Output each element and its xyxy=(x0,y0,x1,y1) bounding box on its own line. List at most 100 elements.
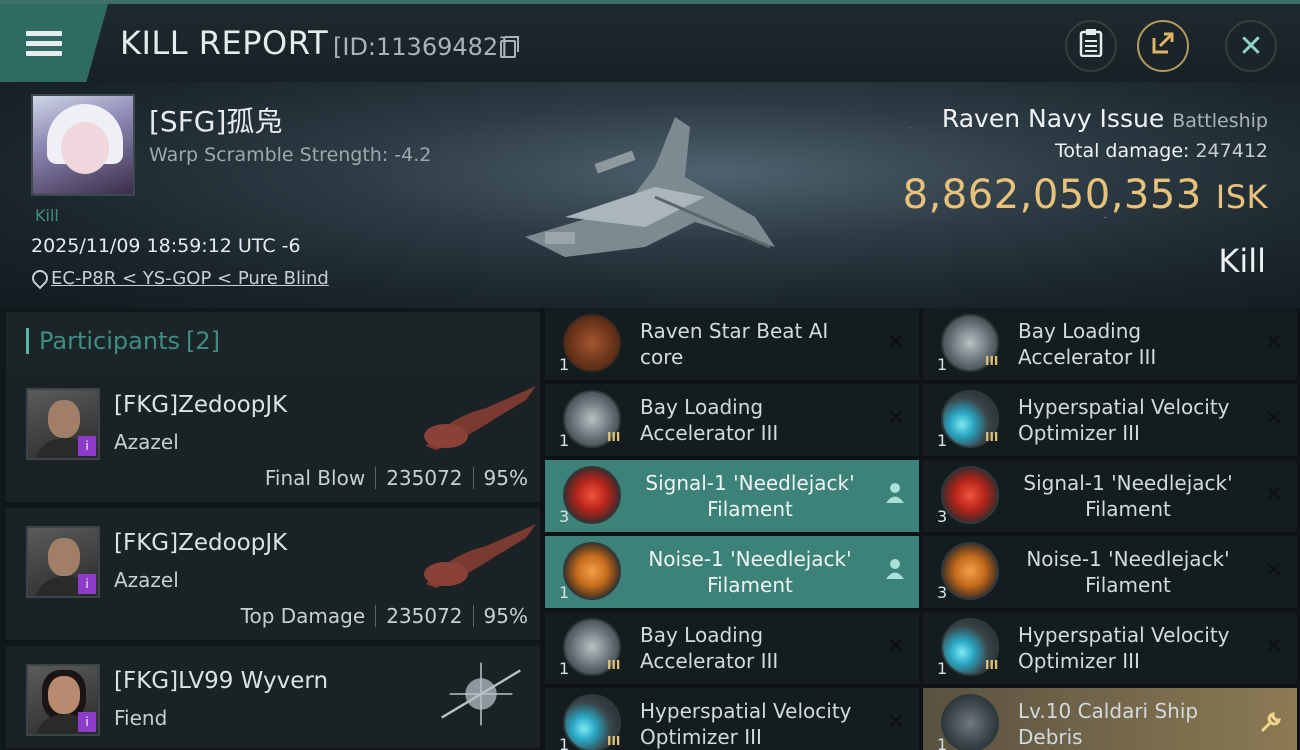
item-quantity: 3 xyxy=(937,583,948,602)
noise-icon xyxy=(563,542,621,600)
participant-role: Final Blow xyxy=(264,466,366,490)
item-quantity: 1 xyxy=(937,355,948,374)
item-name: Bay Loading Accelerator III xyxy=(1018,319,1157,369)
debris-icon xyxy=(941,694,999,750)
item-card[interactable]: 1 Noise-1 'Needlejack' Filament xyxy=(545,536,919,610)
victim-ship-name: Raven Navy Issue Battleship xyxy=(941,104,1268,133)
participant-name: [FKG]ZedoopJK xyxy=(114,392,288,418)
item-name: Noise-1 'Needlejack' Filament xyxy=(1026,547,1230,597)
participant-ship: Azazel xyxy=(114,568,179,592)
item-card[interactable]: III 1 Hyperspatial Velocity Optimizer II… xyxy=(923,612,1297,686)
item-card[interactable]: III 1 Bay Loading Accelerator III ✕ xyxy=(545,384,919,458)
badge-icon: i xyxy=(78,574,96,594)
participant-row[interactable]: i [FKG]LV99 Wyvern Fiend xyxy=(6,646,540,750)
close-icon[interactable]: ✕ xyxy=(1265,330,1283,355)
report-id: [ID:11369482] xyxy=(333,33,508,61)
victim-panel: [SFG]孤凫 Warp Scramble Strength: -4.2 Kil… xyxy=(0,82,1300,308)
item-card[interactable]: 3 Noise-1 'Needlejack' Filament ✕ xyxy=(923,536,1297,610)
page-title: KILL REPORT xyxy=(120,24,329,62)
warp-scramble-strength: Warp Scramble Strength: -4.2 xyxy=(149,144,432,166)
copy-icon[interactable] xyxy=(500,36,519,58)
clipboard-button[interactable] xyxy=(1065,20,1117,72)
location-link[interactable]: EC-P8R < YS-GOP < Pure Blind xyxy=(31,268,329,289)
item-name: Signal-1 'Needlejack' Filament xyxy=(645,471,855,521)
tier-badge: III xyxy=(607,430,621,444)
share-button[interactable] xyxy=(1137,20,1189,72)
participant-percent: 95% xyxy=(483,466,528,490)
item-card[interactable]: III 1 Hyperspatial Velocity Optimizer II… xyxy=(545,688,919,750)
item-quantity: 1 xyxy=(559,659,570,678)
participant-role: Top Damage xyxy=(240,604,366,628)
close-icon[interactable]: ✕ xyxy=(1265,406,1283,431)
noise-icon xyxy=(941,542,999,600)
item-quantity: 1 xyxy=(937,735,948,750)
victim-avatar[interactable] xyxy=(31,94,135,196)
close-icon: ✕ xyxy=(1238,28,1264,64)
clipboard-icon xyxy=(1079,28,1103,64)
item-name: Signal-1 'Needlejack' Filament xyxy=(1023,471,1233,521)
participant-avatar[interactable]: i xyxy=(26,388,100,460)
close-icon[interactable]: ✕ xyxy=(887,330,905,355)
ship-image xyxy=(441,662,521,726)
item-quantity: 1 xyxy=(559,355,570,374)
item-quantity: 1 xyxy=(937,659,948,678)
close-icon[interactable]: ✕ xyxy=(1265,634,1283,659)
participants-count: [2] xyxy=(185,327,220,355)
item-card[interactable]: III 1 Bay Loading Accelerator III ✕ xyxy=(545,612,919,686)
tier-badge: III xyxy=(985,430,999,444)
close-icon[interactable]: ✕ xyxy=(887,710,905,735)
signal-icon xyxy=(941,466,999,524)
close-button[interactable]: ✕ xyxy=(1225,20,1277,72)
close-icon[interactable]: ✕ xyxy=(887,634,905,659)
kill-tag: Kill xyxy=(35,206,59,225)
item-quantity: 1 xyxy=(559,583,570,602)
item-quantity: 3 xyxy=(559,507,570,526)
signal-icon xyxy=(563,466,621,524)
person-icon[interactable] xyxy=(885,558,905,585)
badge-icon: i xyxy=(78,712,96,732)
item-card[interactable]: 1 Raven Star Beat AI core ✕ xyxy=(545,308,919,382)
participant-percent: 95% xyxy=(483,604,528,628)
participant-damage: 235072 xyxy=(386,604,463,628)
participants-panel: Participants [2] i [FKG]ZedoopJK Azazel … xyxy=(0,308,540,750)
menu-button[interactable] xyxy=(0,4,108,82)
participants-header: Participants [2] xyxy=(6,312,540,370)
item-name: Hyperspatial Velocity Optimizer III xyxy=(1018,623,1230,673)
dropped-items-grid: 1 Raven Star Beat AI core ✕ III 1 Bay Lo… xyxy=(545,308,1300,750)
participant-ship: Fiend xyxy=(114,706,168,730)
tier-badge: III xyxy=(607,658,621,672)
victim-ship-image xyxy=(525,117,775,257)
result-label: Kill xyxy=(1218,242,1266,280)
person-icon[interactable] xyxy=(885,482,905,509)
item-quantity: 1 xyxy=(937,431,948,450)
participant-row[interactable]: i [FKG]ZedoopJK Azazel Top Damage 235072… xyxy=(6,508,540,642)
participant-name: [FKG]LV99 Wyvern xyxy=(114,668,329,694)
location-pin-icon xyxy=(31,270,45,288)
close-icon[interactable]: ✕ xyxy=(1265,482,1283,507)
victim-name: [SFG]孤凫 xyxy=(149,105,283,138)
badge-icon: i xyxy=(78,436,96,456)
kill-datetime: 2025/11/09 18:59:12 UTC -6 xyxy=(31,235,301,257)
item-card[interactable]: 3 Signal-1 'Needlejack' Filament ✕ xyxy=(923,460,1297,534)
participant-damage: 235072 xyxy=(386,466,463,490)
wrench-icon[interactable] xyxy=(1259,710,1283,740)
participant-avatar[interactable]: i xyxy=(26,526,100,598)
ship-image xyxy=(424,386,536,450)
item-card[interactable]: 3 Signal-1 'Needlejack' Filament xyxy=(545,460,919,534)
hamburger-icon xyxy=(26,26,62,61)
item-card[interactable]: III 1 Hyperspatial Velocity Optimizer II… xyxy=(923,384,1297,458)
share-icon xyxy=(1150,30,1176,63)
location-text: EC-P8R < YS-GOP < Pure Blind xyxy=(51,268,329,289)
close-icon[interactable]: ✕ xyxy=(1265,558,1283,583)
item-card[interactable]: 1 Lv.10 Caldari Ship Debris xyxy=(923,688,1297,750)
participant-row[interactable]: i [FKG]ZedoopJK Azazel Final Blow 235072… xyxy=(6,370,540,504)
isk-value: 8,862,050,353 ISK xyxy=(902,172,1268,218)
tier-badge: III xyxy=(985,354,999,368)
item-card[interactable]: III 1 Bay Loading Accelerator III ✕ xyxy=(923,308,1297,382)
item-name: Hyperspatial Velocity Optimizer III xyxy=(640,699,852,749)
ship-image xyxy=(424,524,536,588)
close-icon[interactable]: ✕ xyxy=(887,406,905,431)
tier-badge: III xyxy=(607,734,621,748)
participant-avatar[interactable]: i xyxy=(26,664,100,736)
participant-stats: Final Blow 235072 95% xyxy=(265,466,528,490)
